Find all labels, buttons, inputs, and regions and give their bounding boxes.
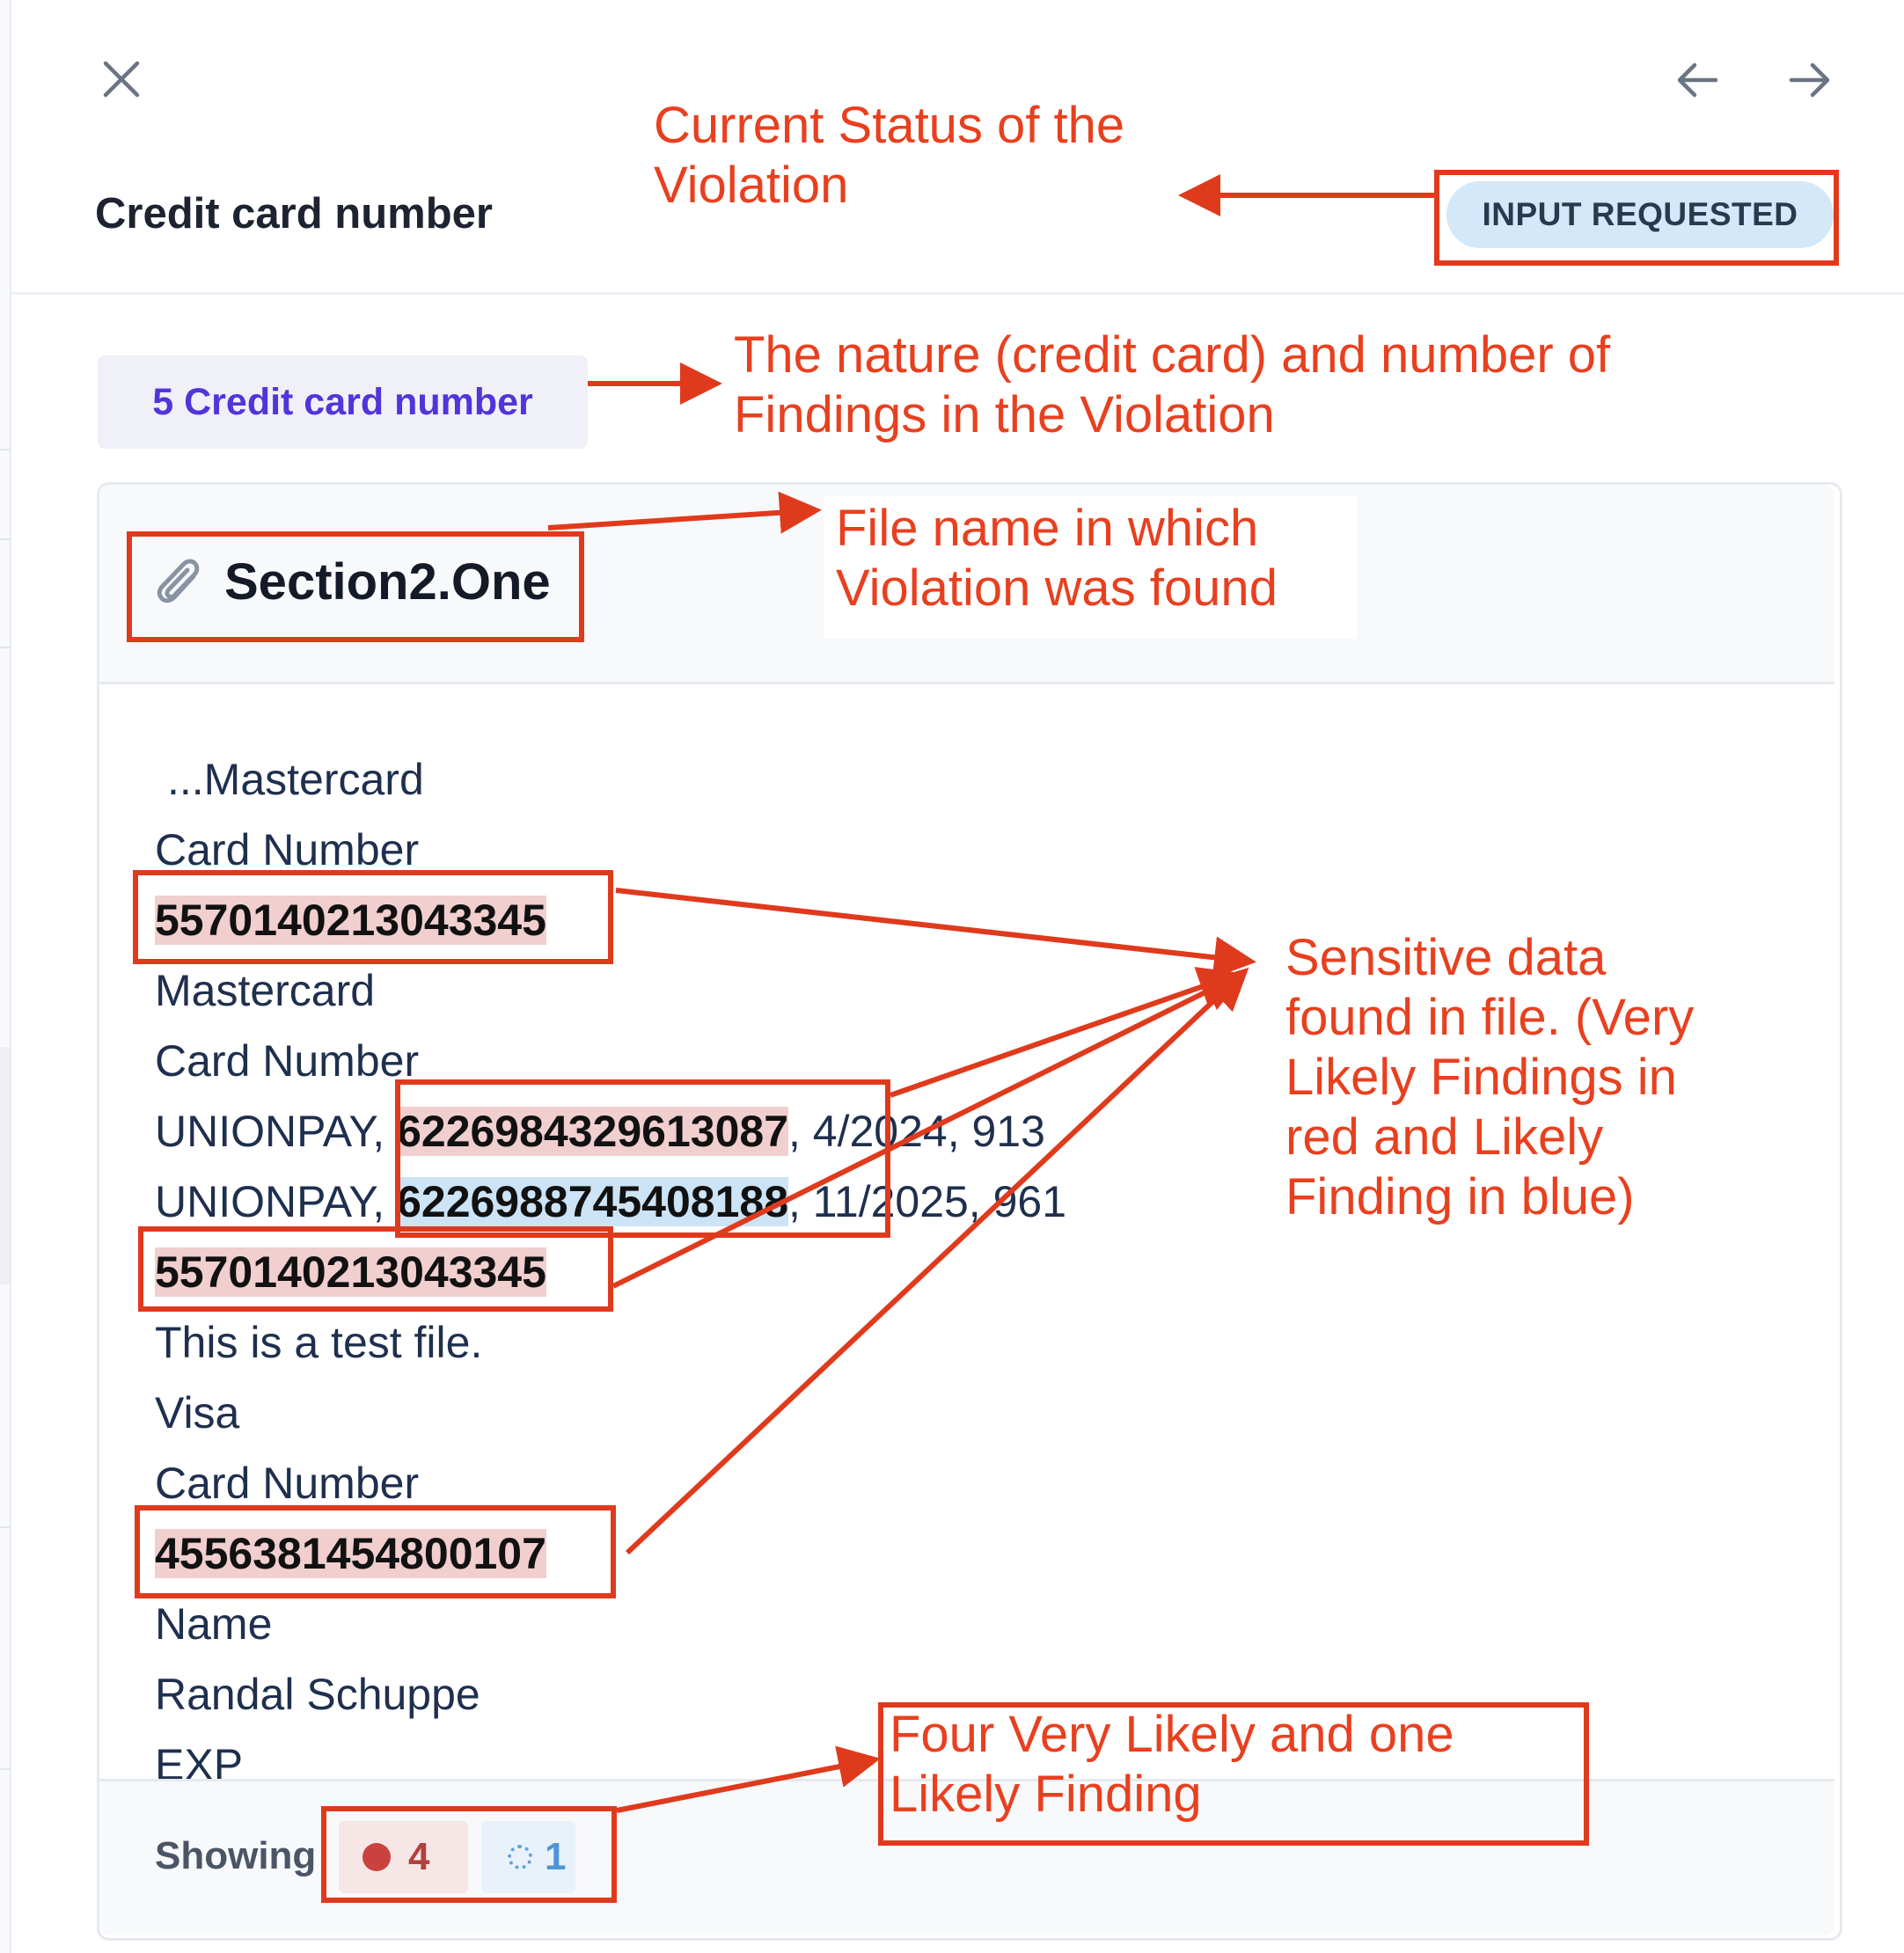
annotation-arrows — [547, 174, 1434, 1813]
